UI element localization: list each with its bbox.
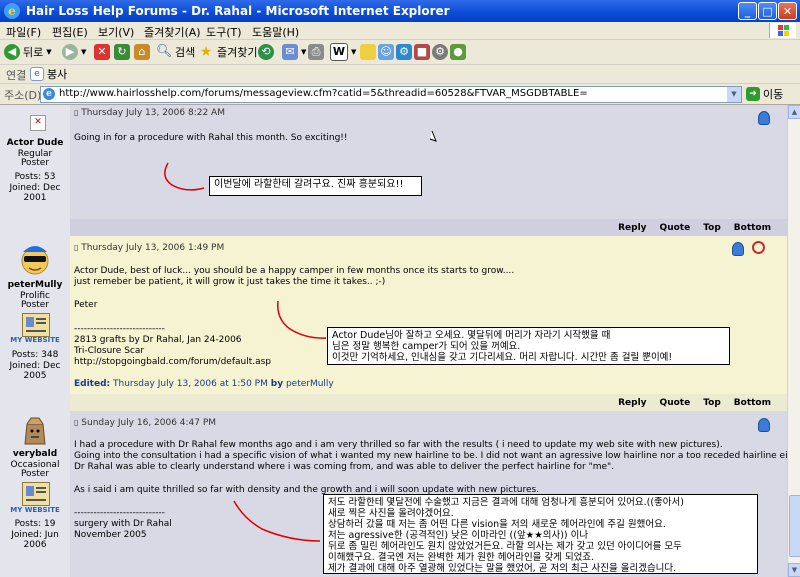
messenger2-button[interactable]: ● — [450, 43, 466, 61]
gear-icon: ⚙ — [432, 44, 448, 60]
discuss-button[interactable] — [360, 43, 376, 61]
note-icon — [360, 44, 376, 60]
favorites-label: 즐겨찾기 — [217, 46, 258, 59]
scroll-up-icon[interactable]: ▲ — [788, 105, 800, 119]
address-input[interactable]: e http://www.hairlosshelp.com/forums/mes… — [40, 86, 742, 103]
menu-tools[interactable]: 도구(T) — [206, 24, 242, 40]
menu-view[interactable]: 보기(V) — [98, 24, 134, 40]
translation-line: 뒤로 좀 밀린 헤어라인도 원치 않았었거든요. 라할 의사는 제가 갖고 있던… — [328, 541, 682, 552]
translation-line: 저는 agressive한 (공격적인) 낮은 이마라인 ((앞★★의사)) 이… — [328, 530, 589, 541]
translation-line: 상담하러 갔을 때 저는 좀 어떤 다른 vision을 저의 새로운 헤어라인… — [328, 519, 666, 530]
page-content: ✕ Actor Dude Regular Poster Posts: 53 Jo… — [0, 105, 787, 577]
close-button[interactable]: ✕ — [778, 2, 797, 20]
stop-button[interactable]: ✕ — [94, 43, 110, 61]
favorites-button[interactable]: ★ 즐겨찾기 — [198, 43, 258, 61]
people-icon: ☺ — [378, 44, 394, 60]
mouse-cursor-icon — [429, 130, 437, 142]
edit-icon: W — [330, 43, 348, 61]
links-label: 연결 — [6, 69, 27, 82]
translation-line: 이해했구요. 결국엔 저는 완벽한 제가 원한 헤어라인을 갖게 되었죠. — [328, 552, 595, 563]
translation-line: 님은 정말 행복한 camper가 되어 있을 꺼예요. — [332, 341, 521, 352]
translation-line: Actor Dude님아 잘하고 오세요. 몇달뒤에 머리가 자라기 시작했을 … — [332, 330, 611, 341]
print-button[interactable]: ⎙ — [308, 43, 324, 61]
address-label: 주소(D) — [4, 89, 42, 102]
translation-line: 제가 결과에 대해 아주 열광해 있었다는 말을 했었어, 곧 저의 최근 사진… — [328, 563, 677, 574]
stop-icon: ✕ — [94, 44, 110, 60]
go-arrow-icon: ➜ — [746, 87, 760, 101]
menu-file[interactable]: 파일(F) — [6, 24, 41, 40]
address-bar: 주소(D) e http://www.hairlosshelp.com/foru… — [0, 84, 800, 105]
title-bar: e Hair Loss Help Forums - Dr. Rahal - Mi… — [0, 0, 800, 22]
star-icon: ★ — [199, 44, 213, 60]
vertical-scrollbar[interactable]: ▲ ▼ — [787, 105, 800, 577]
research-button[interactable]: ⚙ — [396, 43, 412, 61]
home-button[interactable]: ⌂ — [134, 43, 150, 61]
links-item[interactable]: e 봉사 — [30, 66, 67, 82]
history-button[interactable]: ⟲ — [258, 43, 274, 61]
menu-edit[interactable]: 편집(E) — [52, 24, 88, 40]
maximize-button[interactable]: □ — [758, 2, 777, 20]
translation-note: Actor Dude님아 잘하고 오세요. 몇달뒤에 머리가 자라기 시작했을 … — [327, 327, 730, 365]
annotation-arrow — [277, 300, 327, 339]
minimize-button[interactable]: _ — [738, 2, 757, 20]
mail-icon: ✉ — [282, 44, 298, 60]
dropdown-arrow-icon: ▼ — [81, 48, 87, 56]
window-title: Hair Loss Help Forums - Dr. Rahal - Micr… — [26, 4, 450, 18]
page-icon: e — [30, 67, 44, 81]
extra-button[interactable]: ■ — [414, 43, 430, 61]
mail-button[interactable]: ✉ ▼ — [282, 43, 306, 61]
translation-line: 저도 라할한테 몇달전에 수술했고 지금은 결과에 대해 엄청나게 흥분되어 있… — [328, 497, 684, 508]
box-icon: ■ — [414, 44, 430, 60]
settings-button[interactable]: ⚙ — [432, 43, 448, 61]
edit-button[interactable]: W ▼ — [330, 43, 356, 61]
menu-help[interactable]: 도움말(H) — [252, 24, 299, 40]
dropdown-arrow-icon: ▼ — [301, 48, 307, 56]
dropdown-arrow-icon: ▼ — [46, 48, 52, 56]
address-dropdown-icon[interactable]: ▼ — [727, 87, 741, 102]
refresh-button[interactable]: ↻ — [114, 43, 130, 61]
back-arrow-icon: ◀ — [4, 44, 20, 60]
go-button[interactable]: ➜ 이동 — [746, 86, 783, 102]
messenger-button[interactable]: ☺ — [378, 43, 394, 61]
menu-bar: 파일(F) 편집(E) 보기(V) 즐겨찾기(A) 도구(T) 도움말(H) — [0, 22, 800, 40]
page-icon: e — [43, 88, 55, 100]
search-icon: 🔍︎ — [156, 44, 173, 59]
scroll-thumb[interactable] — [789, 495, 800, 557]
refresh-icon: ↻ — [114, 44, 130, 60]
back-label: 뒤로 — [23, 46, 44, 59]
print-icon: ⎙ — [308, 44, 324, 60]
translation-line: 이것만 기억하세요, 인내심을 갖고 기다리세요. 머리 자랍니다. 시간만 좀… — [332, 352, 673, 363]
windows-flag-icon — [769, 23, 796, 38]
translation-note: 저도 라할한테 몇달전에 수술했고 지금은 결과에 대해 엄청나게 흥분되어 있… — [323, 494, 758, 574]
tool-icon: ⚙ — [396, 44, 412, 60]
forward-button[interactable]: ▶ ▼ — [62, 43, 86, 61]
annotation-arrow — [233, 500, 321, 542]
search-label: 검색 — [175, 46, 196, 59]
chat-icon: ● — [450, 44, 466, 60]
forward-arrow-icon: ▶ — [62, 44, 78, 60]
menu-favorites[interactable]: 즐겨찾기(A) — [144, 24, 201, 40]
home-icon: ⌂ — [134, 44, 150, 60]
back-button[interactable]: ◀ 뒤로 ▼ — [4, 43, 52, 61]
ie-logo-icon: e — [4, 3, 20, 19]
translation-line: 새로 찍은 사진을 올려야겠어요. — [328, 508, 454, 519]
translation-note: 이번달에 라할한테 갈려구요. 진짜 흥분되요!! — [209, 176, 422, 196]
links-item-label: 봉사 — [47, 68, 68, 81]
go-label: 이동 — [763, 88, 784, 101]
scroll-down-icon[interactable]: ▼ — [788, 563, 800, 577]
links-bar: 연결 e 봉사 — [0, 65, 800, 84]
address-url: http://www.hairlosshelp.com/forums/messa… — [59, 88, 588, 99]
toolbar: ◀ 뒤로 ▼ ▶ ▼ ✕ ↻ ⌂ 🔍︎ 검색 ★ 즐겨찾기 ⟲ ✉ ▼ ⎙ W ▼ … — [0, 40, 800, 65]
history-icon: ⟲ — [258, 44, 274, 60]
search-button[interactable]: 🔍︎ 검색 — [156, 43, 195, 61]
annotation-arrow — [164, 162, 205, 191]
dropdown-arrow-icon: ▼ — [351, 48, 357, 56]
